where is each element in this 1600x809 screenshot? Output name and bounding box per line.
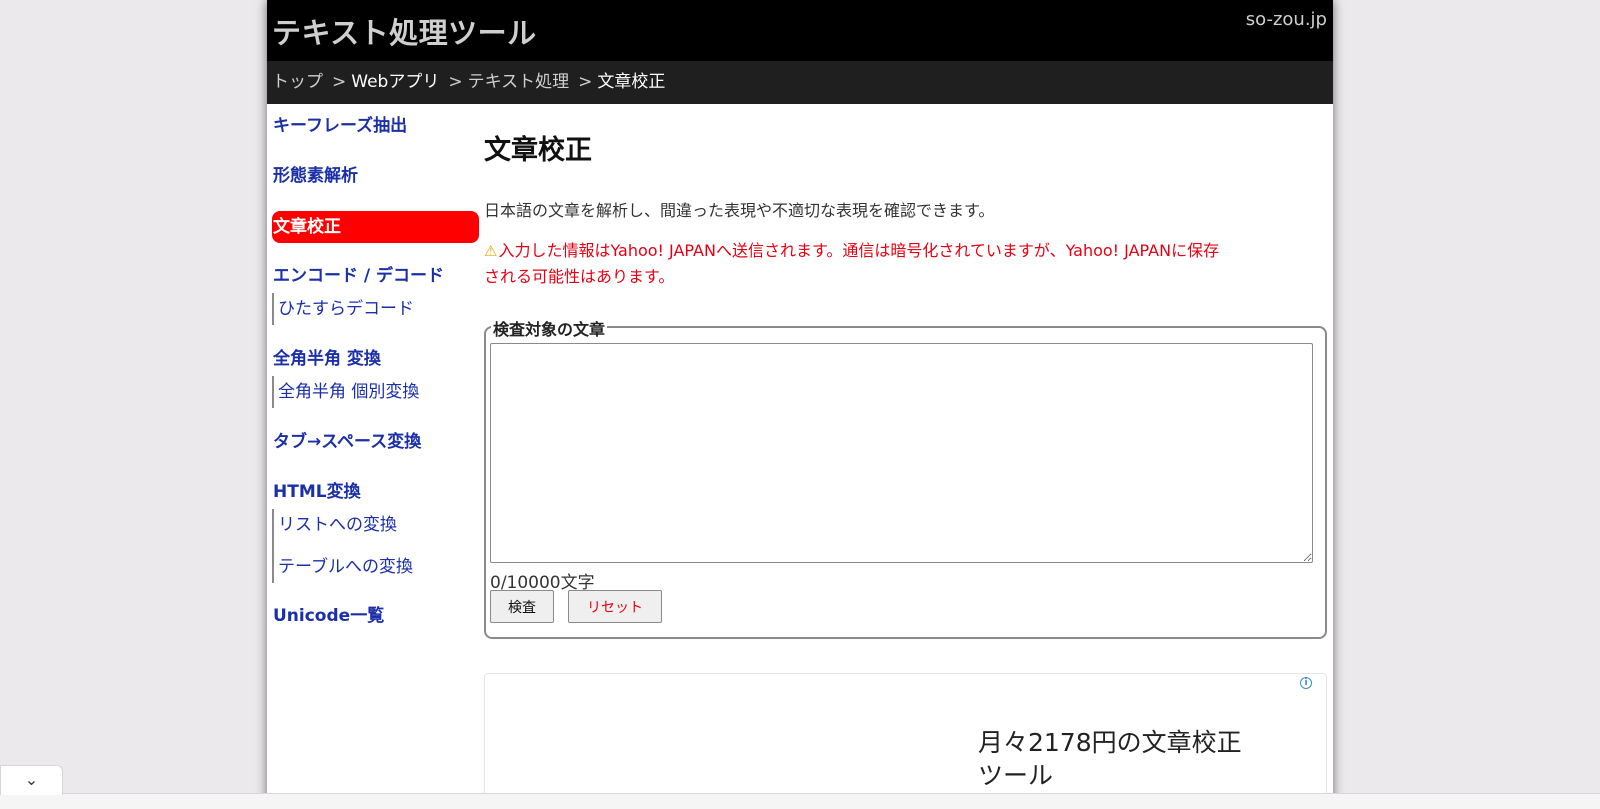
warning-icon: ⚠ — [484, 242, 498, 260]
sidebar-item-morphology[interactable]: 形態素解析 — [272, 160, 479, 192]
warning-line-1: ⚠入力した情報はYahoo! JAPANへ送信されます。通信は暗号化されています… — [484, 238, 1327, 264]
subnav-encode: ひたすらデコード — [272, 293, 479, 325]
reset-button[interactable]: リセット — [568, 590, 662, 623]
sidebar-item-tab-space[interactable]: タブ→スペース変換 — [272, 426, 479, 458]
warning-line-2: される可能性はあります。 — [484, 267, 675, 286]
subnav-html: リストへの変換 テーブルへの変換 — [272, 509, 479, 583]
breadcrumb-webapp[interactable]: Webアプリ — [351, 72, 439, 92]
ad-headline-line-2: ツール — [978, 761, 1054, 790]
sidebar-item-html-convert[interactable]: HTML変換 — [272, 476, 479, 508]
check-button[interactable]: 検査 — [490, 590, 554, 623]
page-description: 日本語の文章を解析し、間違った表現や不適切な表現を確認できます。 — [484, 201, 995, 220]
sidebar-subitem-decode[interactable]: ひたすらデコード — [274, 293, 479, 325]
bottom-bar — [0, 793, 1600, 809]
sidebar-subitem-table-convert[interactable]: テーブルへの変換 — [274, 551, 479, 583]
sidebar-item-encode-decode[interactable]: エンコード / デコード — [272, 260, 479, 292]
ad-info-icon[interactable]: i — [1300, 677, 1312, 689]
sidebar-subitem-list-convert[interactable]: リストへの変換 — [274, 509, 479, 541]
sidebar-subitem-zenkaku-individual[interactable]: 全角半角 個別変換 — [274, 376, 479, 408]
breadcrumb-current: 文章校正 — [597, 72, 666, 92]
page-title: 文章校正 — [484, 135, 592, 166]
ad-headline[interactable]: 月々2178円の文章校正 ツール — [978, 726, 1278, 792]
sidebar-item-keyphrase[interactable]: キーフレーズ抽出 — [272, 110, 479, 142]
sidebar-item-zenkaku-hankaku[interactable]: 全角半角 変換 — [272, 343, 479, 375]
sidebar-item-unicode[interactable]: Unicode一覧 — [272, 600, 479, 632]
advertisement[interactable]: i 月々2178円の文章校正 ツール — [484, 673, 1327, 809]
breadcrumb-separator: > — [332, 72, 347, 92]
subnav-zenkaku: 全角半角 個別変換 — [272, 376, 479, 408]
collapse-button[interactable]: ⌄ — [0, 765, 63, 795]
breadcrumb-text-processing[interactable]: テキスト処理 — [468, 72, 570, 92]
page-container: テキスト処理ツール so-zou.jp トップ > Webアプリ > テキスト処理 > 文章… — [267, 0, 1333, 809]
sidebar-item-proofreading[interactable]: 文章校正 — [272, 211, 479, 243]
ad-headline-line-1: 月々2178円の文章校正 — [978, 728, 1242, 757]
site-domain-link[interactable]: so-zou.jp — [1246, 9, 1327, 30]
breadcrumb: トップ > Webアプリ > テキスト処理 > 文章校正 — [267, 61, 1333, 104]
warning-message: ⚠入力した情報はYahoo! JAPANへ送信されます。通信は暗号化されています… — [484, 238, 1327, 290]
breadcrumb-separator: > — [448, 72, 463, 92]
breadcrumb-separator: > — [578, 72, 593, 92]
chevron-down-icon: ⌄ — [24, 770, 39, 789]
proofread-form: 検査対象の文章 0/10000文字 検査 リセット — [484, 316, 1327, 639]
site-header: テキスト処理ツール so-zou.jp — [267, 0, 1333, 61]
warning-text-1: 入力した情報はYahoo! JAPANへ送信されます。通信は暗号化されていますが… — [498, 241, 1220, 260]
target-text-input[interactable] — [490, 343, 1313, 563]
form-legend: 検査対象の文章 — [491, 316, 608, 340]
site-title[interactable]: テキスト処理ツール — [272, 10, 537, 52]
breadcrumb-top[interactable]: トップ — [272, 72, 323, 92]
